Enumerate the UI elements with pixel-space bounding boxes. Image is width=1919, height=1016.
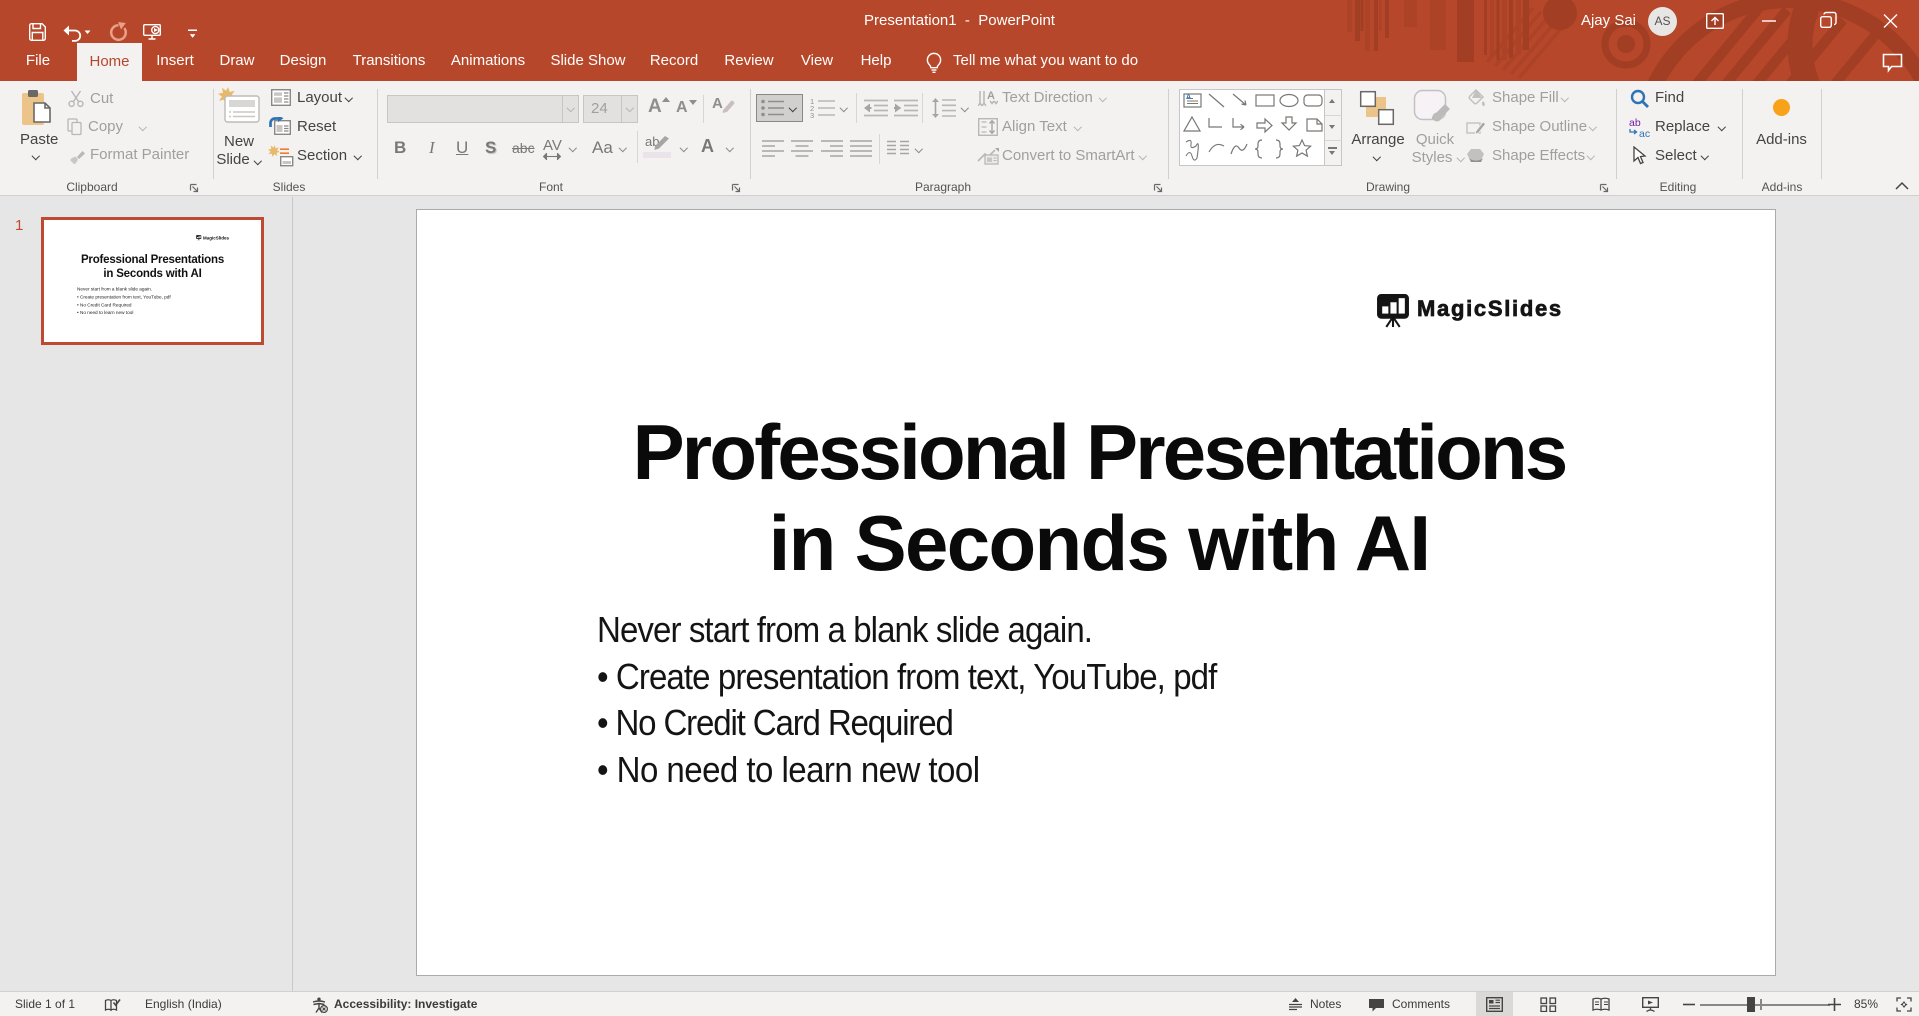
svg-text:ac: ac	[1639, 128, 1650, 138]
svg-text:3: 3	[810, 111, 814, 119]
svg-text:A: A	[987, 90, 995, 102]
svg-text:A: A	[1186, 94, 1191, 101]
